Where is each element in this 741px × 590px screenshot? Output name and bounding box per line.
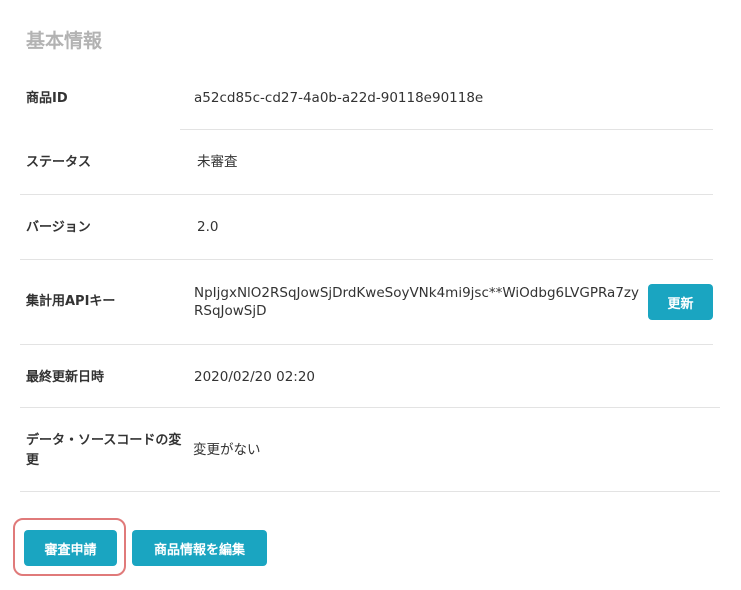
divider bbox=[20, 344, 713, 345]
label-product-id: 商品ID bbox=[26, 91, 68, 106]
label-source-change-line1: データ・ソースコードの変 bbox=[26, 433, 182, 448]
label-status: ステータス bbox=[26, 155, 92, 170]
value-status: 未審査 bbox=[197, 154, 238, 170]
label-source-change-line2: 更 bbox=[26, 453, 40, 468]
submit-review-button[interactable]: 審査申請 bbox=[24, 530, 117, 566]
divider bbox=[20, 407, 720, 408]
refresh-api-key-button[interactable]: 更新 bbox=[648, 284, 713, 320]
divider bbox=[20, 194, 713, 195]
edit-product-button[interactable]: 商品情報を編集 bbox=[132, 530, 267, 566]
label-version: バージョン bbox=[26, 220, 91, 235]
value-source-change: 変更がない bbox=[193, 442, 261, 458]
divider bbox=[20, 491, 720, 492]
value-version: 2.0 bbox=[197, 219, 219, 235]
value-last-updated: 2020/02/20 02:20 bbox=[194, 369, 316, 385]
value-api-key-line1: NpIjgxNlO2RSqJowSjDrdKweSoyVNk4mi9jsc**W… bbox=[194, 285, 639, 301]
value-api-key-line2: RSqJowSjD bbox=[194, 303, 267, 319]
section-title: 基本情報 bbox=[26, 30, 103, 52]
value-product-id: a52cd85c-cd27-4a0b-a22d-90118e90118e bbox=[194, 90, 484, 106]
label-last-updated: 最終更新日時 bbox=[26, 370, 105, 385]
label-api-key: 集計用APIキー bbox=[26, 294, 116, 309]
divider bbox=[20, 259, 713, 260]
divider bbox=[180, 129, 713, 130]
